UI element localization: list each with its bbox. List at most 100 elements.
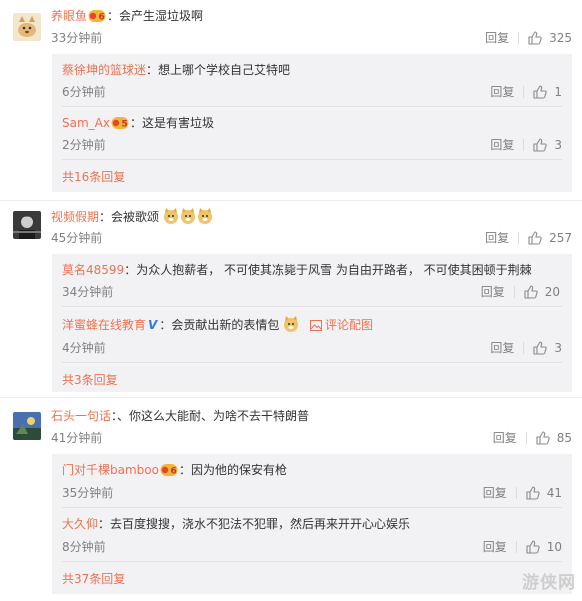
like-button[interactable]: 10 xyxy=(526,539,562,555)
avatar[interactable] xyxy=(13,412,41,440)
divider xyxy=(515,487,517,499)
svg-text:5: 5 xyxy=(121,120,127,130)
reply-text: 想上哪个学校自己艾特吧 xyxy=(158,63,291,77)
divider xyxy=(518,232,520,244)
divider xyxy=(513,286,515,298)
reply-item: Sam_Ax 5 ：这是有害垃圾 xyxy=(62,115,214,134)
comment-text: 、你这么大能耐、为啥不去干特朗普 xyxy=(117,409,310,423)
reply-text: 因为他的保安有枪 xyxy=(190,463,287,477)
reply-item: 莫名48599：为众人抱薪者， 不可使其冻毙于风雪 为自由开路者， 不可使其困顿… xyxy=(62,263,532,277)
thumbs-up-icon xyxy=(526,486,540,500)
divider xyxy=(523,86,525,98)
like-count: 325 xyxy=(549,31,572,45)
comment-image-link-label: 评论配图 xyxy=(325,318,374,332)
comment-actions: 回复 85 xyxy=(493,430,572,446)
reply-author[interactable]: Sam_Ax xyxy=(62,116,110,130)
thumbs-up-icon xyxy=(528,31,542,45)
like-button[interactable]: 3 xyxy=(533,137,562,153)
reply-text: 去百度搜搜，浇水不犯法不犯罪，然后再来开开心心娱乐 xyxy=(110,517,411,531)
comment-line: 养眼鱼 6 ：会产生湿垃圾啊 xyxy=(51,8,203,27)
like-button[interactable]: 325 xyxy=(528,30,572,46)
reply-time: 34分钟前 xyxy=(62,285,114,299)
reply-button[interactable]: 回复 xyxy=(481,284,505,300)
reply-author[interactable]: 门对千棵bamboo xyxy=(62,463,159,477)
comment-image-link[interactable]: 评论配图 xyxy=(310,318,373,332)
watermark: 游侠网 xyxy=(522,573,576,593)
svg-text:6: 6 xyxy=(99,13,105,23)
like-count: 1 xyxy=(554,85,562,99)
comment-actions: 回复 325 xyxy=(485,30,572,46)
comment-text: 会被歌颂 xyxy=(111,210,160,224)
thumbs-up-icon xyxy=(533,85,548,99)
avatar[interactable] xyxy=(13,211,41,239)
like-count: 257 xyxy=(549,231,572,245)
comment-line: 石头一句话：、你这么大能耐、为啥不去干特朗普 xyxy=(51,409,310,423)
like-count: 3 xyxy=(554,138,562,152)
reply-button[interactable]: 回复 xyxy=(493,430,517,446)
image-icon xyxy=(310,320,322,331)
reply-author[interactable]: 大久仰 xyxy=(62,517,98,531)
divider xyxy=(523,139,525,151)
reply-button[interactable]: 回复 xyxy=(490,84,514,100)
reply-button[interactable]: 回复 xyxy=(485,30,509,46)
reply-button[interactable]: 回复 xyxy=(483,485,507,501)
divider xyxy=(62,561,562,562)
like-button[interactable]: 85 xyxy=(536,430,572,446)
reply-author[interactable]: 洋蜜蜂在线教育 xyxy=(62,318,146,332)
comment-author[interactable]: 石头一句话 xyxy=(51,409,111,423)
reply-button[interactable]: 回复 xyxy=(490,340,514,356)
reply-button[interactable]: 回复 xyxy=(490,137,514,153)
reply-list: 门对千棵bamboo 6 ：因为他的保安有枪 35分钟前 回复 41 大久仰：去百度… xyxy=(52,454,572,594)
reply-author[interactable]: 莫名48599 xyxy=(62,263,124,277)
reply-actions: 回复 3 xyxy=(490,340,562,356)
divider xyxy=(523,342,525,354)
reply-actions: 回复 10 xyxy=(483,539,562,555)
like-button[interactable]: 1 xyxy=(533,84,562,100)
reply-button[interactable]: 回复 xyxy=(483,539,507,555)
view-more-replies-link[interactable]: 共3条回复 xyxy=(62,372,118,388)
reply-actions: 回复 41 xyxy=(483,485,562,501)
reply-time: 6分钟前 xyxy=(62,85,106,99)
divider xyxy=(0,200,582,201)
like-button[interactable]: 20 xyxy=(524,284,560,300)
divider xyxy=(518,32,520,44)
reply-time: 4分钟前 xyxy=(62,341,106,355)
avatar[interactable] xyxy=(13,13,41,41)
thumbs-up-icon xyxy=(528,231,542,245)
like-count: 20 xyxy=(544,285,560,299)
reply-button[interactable]: 回复 xyxy=(485,230,509,246)
reply-text: 会贡献出新的表情包 xyxy=(171,318,280,332)
vip-badge-icon: 6 xyxy=(160,463,178,481)
divider xyxy=(0,397,582,398)
like-count: 10 xyxy=(546,540,562,554)
reply-author[interactable]: 蔡徐坤的篮球迷 xyxy=(62,63,146,77)
comment-time: 41分钟前 xyxy=(51,431,103,445)
like-count: 3 xyxy=(554,341,562,355)
reply-item: 门对千棵bamboo 6 ：因为他的保安有枪 xyxy=(62,462,287,481)
thumbs-up-icon xyxy=(526,540,540,554)
reply-item: 大久仰：去百度搜搜，浇水不犯法不犯罪，然后再来开开心心娱乐 xyxy=(62,517,411,531)
reply-time: 8分钟前 xyxy=(62,540,106,554)
doge-emoji-icon xyxy=(197,208,212,224)
like-button[interactable]: 3 xyxy=(533,340,562,356)
reply-text: 这是有害垃圾 xyxy=(142,116,215,130)
comment-author[interactable]: 视频假期 xyxy=(51,210,99,224)
doge-emoji-icon xyxy=(284,316,299,332)
view-more-replies-link[interactable]: 共16条回复 xyxy=(62,169,125,185)
comment-actions: 回复 257 xyxy=(485,230,572,246)
like-button[interactable]: 41 xyxy=(526,485,562,501)
reply-list: 蔡徐坤的篮球迷：想上哪个学校自己艾特吧 6分钟前 回复 1 Sam_Ax 5 ：这是… xyxy=(52,54,572,192)
thumbs-up-icon xyxy=(533,138,548,152)
reply-list: 莫名48599：为众人抱薪者， 不可使其冻毙于风雪 为自由开路者， 不可使其困顿… xyxy=(52,254,572,392)
divider xyxy=(525,432,527,444)
divider xyxy=(62,306,562,307)
like-button[interactable]: 257 xyxy=(528,230,572,246)
comment-line: 视频假期：会被歌颂 xyxy=(51,208,214,225)
view-more-replies-link[interactable]: 共37条回复 xyxy=(62,571,125,587)
comment-text: 会产生湿垃圾啊 xyxy=(119,9,204,23)
verified-v-icon: V xyxy=(148,318,158,332)
reply-item: 洋蜜蜂在线教育 V ：会贡献出新的表情包 评论配图 xyxy=(62,316,374,332)
comment-author[interactable]: 养眼鱼 xyxy=(51,9,87,23)
divider xyxy=(62,507,562,508)
thumbs-up-icon xyxy=(536,431,550,445)
